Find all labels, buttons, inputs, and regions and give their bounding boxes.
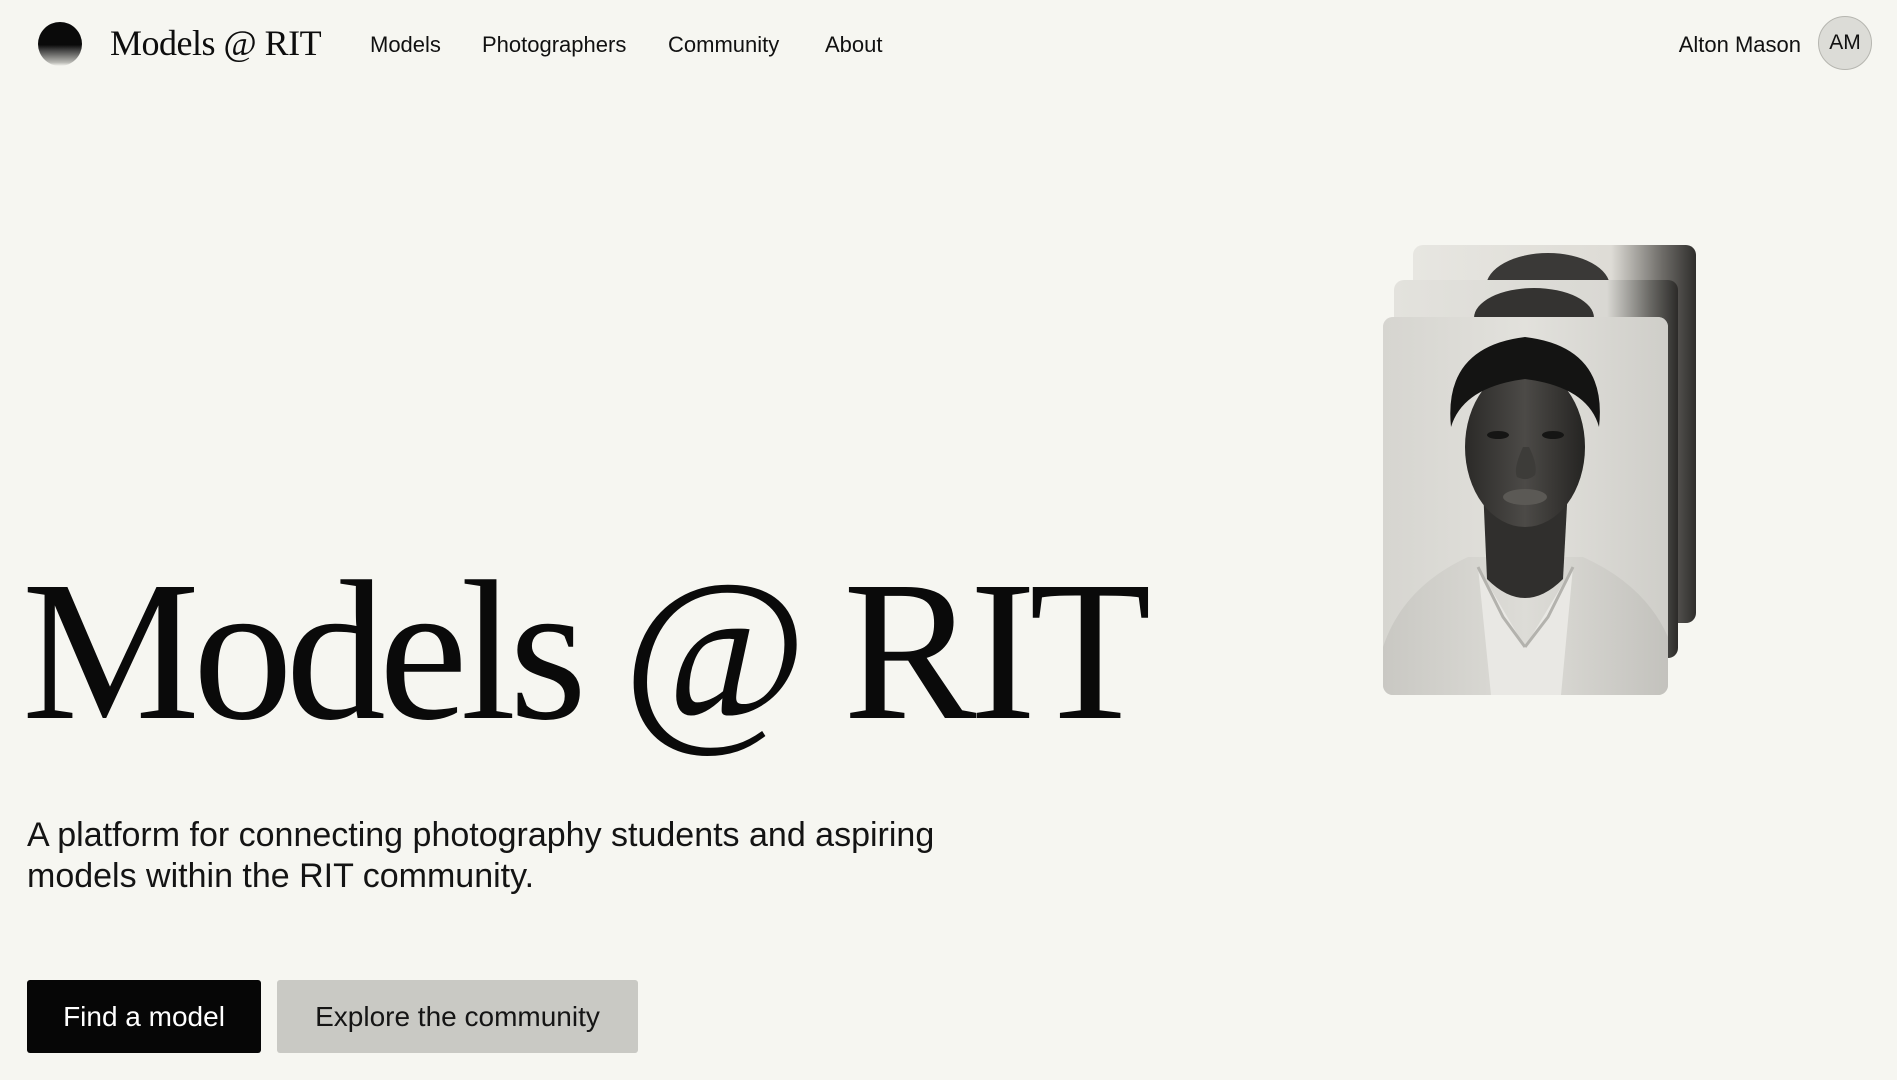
hero-subtitle-line-1: A platform for connecting photography st…	[27, 816, 935, 854]
page: Models @ RIT Models Photographers Commun…	[0, 0, 1897, 1080]
user-avatar[interactable]: AM	[1818, 16, 1872, 70]
top-nav: Models @ RIT Models Photographers Commun…	[0, 0, 1897, 90]
find-a-model-button[interactable]: Find a model	[27, 980, 261, 1053]
explore-community-button[interactable]: Explore the community	[277, 980, 638, 1053]
avatar-initials: AM	[1829, 31, 1861, 54]
hero-subtitle: A platform for connecting photography st…	[27, 815, 1007, 897]
brand-logo-text[interactable]: Models @ RIT	[110, 20, 322, 66]
hero-subtitle-line-2: models within the RIT community.	[27, 857, 535, 895]
hero-title: Models @ RIT	[22, 541, 1151, 762]
model-portrait-photo	[1383, 317, 1668, 695]
model-photo-card-front[interactable]	[1383, 317, 1668, 695]
user-name[interactable]: Alton Mason	[1679, 31, 1801, 59]
nav-link-about[interactable]: About	[825, 31, 883, 59]
logo-icon[interactable]	[38, 22, 82, 66]
nav-link-models[interactable]: Models	[370, 31, 441, 59]
nav-link-photographers[interactable]: Photographers	[482, 31, 626, 59]
nav-link-community[interactable]: Community	[668, 31, 779, 59]
